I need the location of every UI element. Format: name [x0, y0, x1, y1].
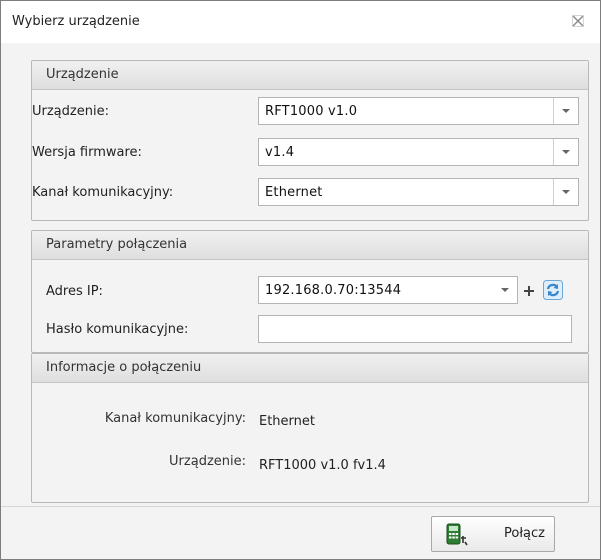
plus-icon	[524, 286, 534, 296]
footer-separator	[1, 506, 600, 507]
firmware-select[interactable]: v1.4	[258, 138, 579, 166]
window-title: Wybierz urządzenie	[12, 14, 140, 29]
device-panel-header: Urządzenie	[32, 61, 588, 90]
device-select-dropdown-button[interactable]	[553, 98, 578, 124]
info-device-label: Urządzenie:	[169, 454, 246, 469]
device-panel-title: Urządzenie	[46, 67, 119, 82]
chevron-down-icon	[562, 109, 570, 113]
ip-label: Adres IP:	[46, 284, 103, 299]
firmware-select-value: v1.4	[265, 145, 295, 160]
ip-address-value: 192.168.0.70:13544	[265, 283, 402, 298]
info-channel-label: Kanał komunikacyjny:	[104, 411, 246, 426]
channel-select-dropdown-button[interactable]	[553, 179, 578, 205]
connect-button-label: Połącz	[504, 526, 545, 541]
info-device-value: RFT1000 v1.0 fv1.4	[259, 458, 386, 473]
firmware-label: Wersja firmware:	[32, 145, 142, 160]
channel-label: Kanał komunikacyjny:	[32, 185, 174, 200]
firmware-select-dropdown-button[interactable]	[553, 139, 578, 165]
add-ip-button[interactable]	[520, 282, 538, 300]
ip-address-input[interactable]: 192.168.0.70:13544	[258, 276, 518, 304]
info-panel-header: Informacje o połączeniu	[32, 354, 588, 383]
ip-address-dropdown-button[interactable]	[493, 277, 517, 303]
chevron-down-icon	[501, 288, 509, 292]
device-label: Urządzenie:	[32, 104, 109, 119]
chevron-down-icon	[562, 150, 570, 154]
dialog-window: Wybierz urządzenie Urządzenie Urządzenie…	[0, 0, 601, 560]
title-bar: Wybierz urządzenie	[1, 1, 600, 43]
password-input[interactable]	[258, 315, 572, 343]
info-channel-value: Ethernet	[259, 414, 315, 429]
device-select[interactable]: RFT1000 v1.0	[258, 97, 579, 125]
connection-panel-title: Parametry połączenia	[46, 237, 188, 252]
close-icon	[572, 15, 584, 27]
chevron-down-icon	[562, 190, 570, 194]
device-select-value: RFT1000 v1.0	[265, 104, 358, 119]
device-connect-icon	[446, 523, 468, 546]
channel-select-value: Ethernet	[265, 185, 323, 200]
info-panel-title: Informacje o połączeniu	[46, 360, 202, 375]
refresh-ip-button[interactable]	[542, 279, 564, 301]
connection-panel-header: Parametry połączenia	[32, 231, 588, 260]
connect-button[interactable]: Połącz	[431, 516, 555, 552]
channel-select[interactable]: Ethernet	[258, 178, 579, 206]
close-button[interactable]	[568, 11, 588, 31]
password-label: Hasło komunikacyjne:	[46, 322, 189, 337]
refresh-icon	[543, 280, 563, 300]
